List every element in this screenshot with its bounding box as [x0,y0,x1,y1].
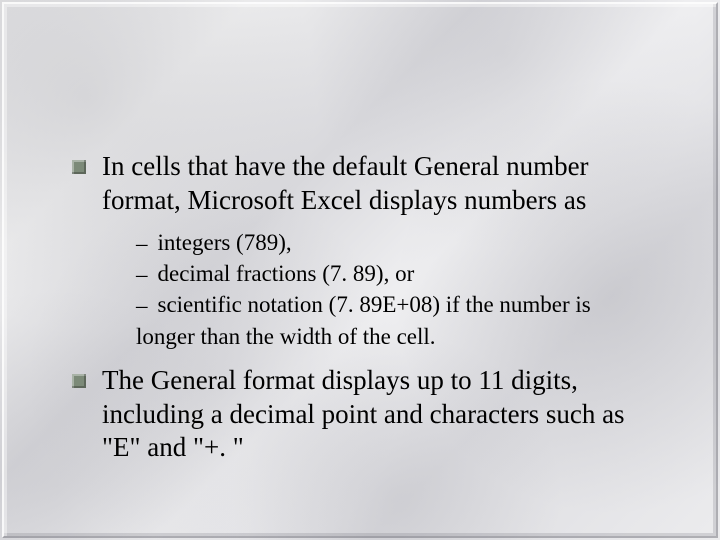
dash-bullet-icon: – [136,291,148,321]
slide-body: In cells that have the default General n… [72,150,660,471]
square-bullet-icon [72,160,86,174]
list-item: – decimal fractions (7. 89), or [136,259,660,290]
list-item: – integers (789), [136,228,660,259]
list-item-text: decimal fractions (7. 89), or [158,259,415,289]
list-item: The General format displays up to 11 dig… [72,364,660,465]
list-item-continuation: longer than the width of the cell. [136,322,660,352]
list-item-text: In cells that have the default General n… [102,150,660,218]
list-item-text: longer than the width of the cell. [136,322,436,352]
list-item-text: scientific notation (7. 89E+08) if the n… [158,290,591,320]
list-item: – scientific notation (7. 89E+08) if the… [136,290,660,321]
square-bullet-icon [72,374,86,388]
dash-bullet-icon: – [136,260,148,290]
list-item-text: integers (789), [158,228,292,258]
dash-bullet-icon: – [136,229,148,259]
sub-list: – integers (789), – decimal fractions (7… [136,228,660,352]
list-item: In cells that have the default General n… [72,150,660,218]
list-item-text: The General format displays up to 11 dig… [102,364,660,465]
